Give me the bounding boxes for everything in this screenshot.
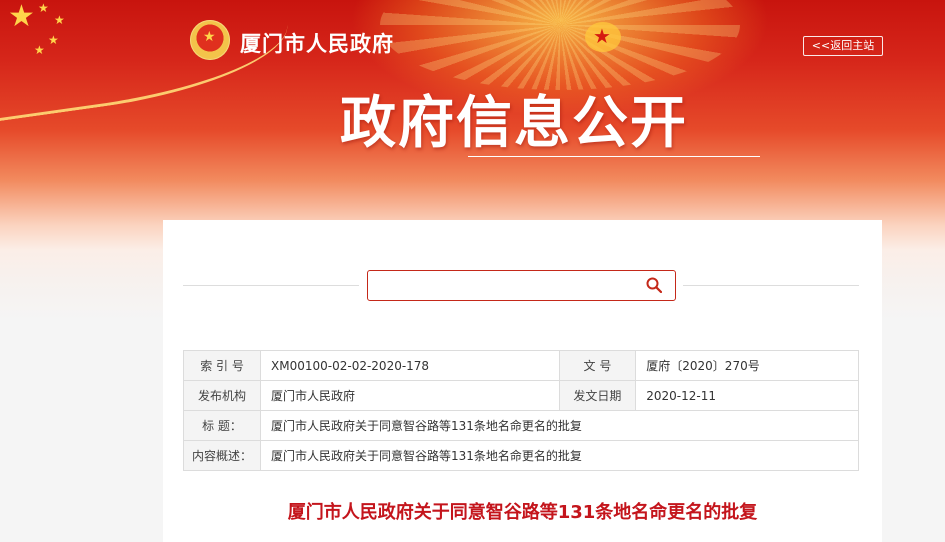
title-label: 标 题：	[182, 410, 262, 441]
table-row: 发布机构 厦门市人民政府 发文日期 2020-12-11	[182, 380, 859, 411]
summary-label: 内容概述：	[182, 440, 262, 471]
table-row: 内容概述： 厦门市人民政府关于同意智谷路等131条地名命更名的批复	[182, 440, 859, 471]
index-number-label: 索 引 号	[182, 350, 262, 381]
issue-date-label: 发文日期	[558, 380, 637, 411]
document-title: 厦门市人民政府关于同意智谷路等131条地名命更名的批复	[287, 502, 758, 523]
document-number-label: 文 号	[558, 350, 637, 381]
table-row: 标 题： 厦门市人民政府关于同意智谷路等131条地名命更名的批复	[182, 410, 859, 441]
flag-star-icon: ★	[34, 43, 45, 57]
search-input[interactable]	[374, 274, 638, 298]
search-divider-left	[183, 285, 359, 286]
search-divider-right	[683, 285, 859, 286]
flag-star-icon: ★	[38, 1, 49, 15]
flag-star-icon: ★	[54, 13, 65, 27]
section-title: 政府信息公开	[340, 90, 688, 156]
document-metadata-table: 索 引 号 XM00100-02-02-2020-178 文 号 厦府〔2020…	[182, 350, 859, 471]
summary-value: 厦门市人民政府关于同意智谷路等131条地名命更名的批复	[260, 440, 859, 471]
issue-date-value: 2020-12-11	[635, 380, 859, 411]
search-box	[367, 270, 676, 301]
flag-star-icon: ★	[48, 33, 59, 47]
flag-star-icon: ★	[8, 0, 35, 34]
site-name[interactable]: 厦门市人民政府	[240, 28, 394, 58]
national-emblem-icon: ★	[190, 20, 230, 60]
table-row: 索 引 号 XM00100-02-02-2020-178 文 号 厦府〔2020…	[182, 350, 859, 381]
back-to-main-site-link[interactable]: <<返回主站	[803, 36, 883, 56]
index-number-value: XM00100-02-02-2020-178	[260, 350, 560, 381]
banner-star-emblem-icon: ★	[585, 22, 621, 52]
search-icon[interactable]	[646, 277, 662, 293]
issuer-label: 发布机构	[182, 380, 262, 411]
issuer-value: 厦门市人民政府	[260, 380, 560, 411]
title-underline	[468, 156, 760, 157]
document-number-value: 厦府〔2020〕270号	[635, 350, 859, 381]
title-value: 厦门市人民政府关于同意智谷路等131条地名命更名的批复	[260, 410, 859, 441]
